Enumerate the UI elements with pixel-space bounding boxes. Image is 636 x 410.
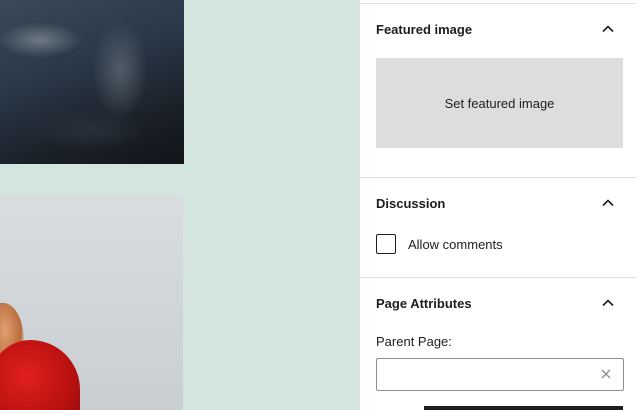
discussion-panel-toggle[interactable]: Discussion	[360, 178, 636, 228]
next-field-edge	[424, 406, 623, 410]
discussion-panel: Discussion Allow comments	[360, 177, 636, 277]
featured-image-panel-toggle[interactable]: Featured image	[360, 4, 636, 54]
parent-page-label: Parent Page:	[376, 334, 452, 349]
parent-page-combobox[interactable]	[376, 358, 624, 391]
chevron-up-icon	[600, 21, 616, 37]
image-block-top[interactable]	[0, 0, 184, 164]
featured-image-panel-title: Featured image	[376, 21, 473, 37]
image-block-bottom[interactable]	[0, 195, 183, 410]
set-featured-image-button[interactable]: Set featured image	[376, 58, 623, 148]
chevron-up-icon	[600, 295, 616, 311]
page-attributes-panel: Page Attributes Parent Page:	[360, 277, 636, 391]
settings-sidebar: Featured image Set featured image Discus…	[359, 0, 636, 410]
close-icon[interactable]	[598, 366, 614, 382]
allow-comments-checkbox[interactable]	[376, 234, 396, 254]
chevron-up-icon	[600, 195, 616, 211]
discussion-panel-title: Discussion	[376, 195, 446, 211]
editor-canvas	[0, 0, 359, 410]
allow-comments-label: Allow comments	[408, 236, 503, 252]
featured-image-panel: Featured image Set featured image	[360, 3, 636, 177]
photo-detail-shirt	[0, 340, 80, 410]
page-attributes-panel-title: Page Attributes	[376, 295, 472, 311]
page-attributes-panel-toggle[interactable]: Page Attributes	[360, 278, 636, 328]
